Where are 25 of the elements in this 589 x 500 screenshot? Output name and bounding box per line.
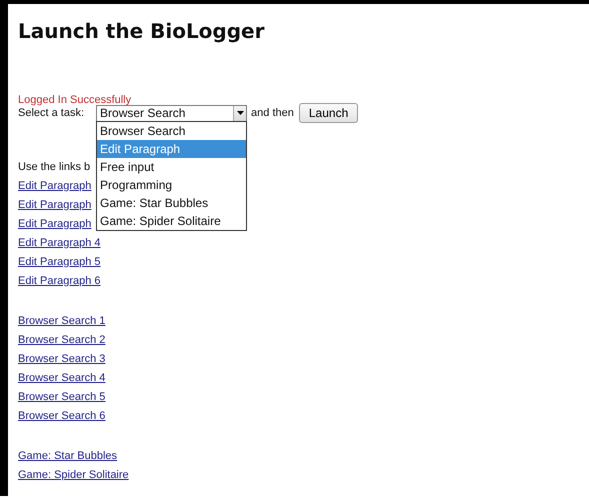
task-link[interactable]: Browser Search 2 [18,331,106,350]
dropdown-option[interactable]: Browser Search [97,122,246,140]
task-link[interactable]: Browser Search 4 [18,369,106,388]
task-link[interactable]: Edit Paragraph [18,177,92,196]
task-link[interactable]: Game: Star Bubbles [18,447,118,466]
connector-text: and then [251,107,294,119]
task-link[interactable]: Edit Paragraph 6 [18,272,101,291]
task-link[interactable]: Edit Paragraph [18,215,92,234]
dropdown-option[interactable]: Programming [97,176,246,194]
task-link[interactable]: Browser Search 3 [18,350,106,369]
task-link[interactable]: Browser Search 5 [18,388,106,407]
task-link[interactable]: Browser Search 1 [18,312,106,331]
task-label: Select a task: [18,107,84,119]
dropdown-option[interactable]: Free input [97,158,246,176]
status-message: Logged In Successfully [18,93,132,107]
task-link[interactable]: Edit Paragraph [18,196,92,215]
task-link[interactable]: Browser Search 6 [18,407,106,426]
page-title: Launch the BioLogger [18,18,264,45]
launch-button[interactable]: Launch [298,103,358,123]
task-link[interactable]: Game: Spider Solitaire [18,466,129,485]
instructions-text: Use the links b [18,160,90,175]
dropdown-option[interactable]: Game: Star Bubbles [97,194,246,212]
task-link[interactable]: Edit Paragraph 5 [18,253,101,272]
dropdown-option[interactable]: Game: Spider Solitaire [97,212,246,230]
task-link[interactable]: Edit Paragraph 4 [18,234,101,253]
